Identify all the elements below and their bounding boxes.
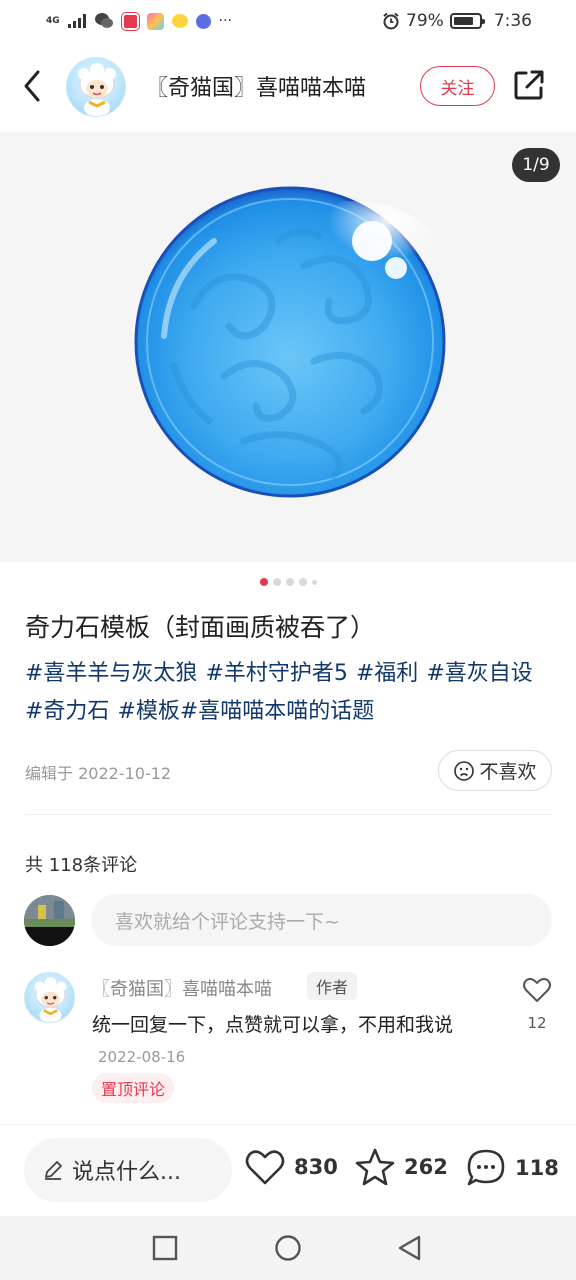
dislike-label: 不喜欢 [479,761,537,783]
author-name[interactable]: 〖奇猫国〗喜喵喵本喵 [146,70,366,102]
like-button[interactable]: 830 [244,1147,338,1187]
post-image-carousel[interactable]: 1/9 [0,132,576,562]
status-bar: 4G ··· 79% 7:36 [0,0,576,42]
comment-total: 118 [515,1156,559,1180]
heart-icon [245,1150,285,1185]
hashtag-link[interactable]: #奇力石 [25,699,109,724]
comment-item: 〖奇猫国〗喜喵喵本喵 作者 统一回复一下，点赞就可以拿，不用和我说 2022-08… [24,970,554,1110]
sheep-avatar-icon [78,63,116,116]
follow-button[interactable]: 关注 [420,66,495,106]
hashtag-link[interactable]: #模板 [117,699,179,724]
back-nav-icon[interactable] [396,1234,424,1262]
network-type: 4G [46,15,60,26]
like-count: 830 [294,1155,338,1179]
back-icon[interactable] [18,68,48,104]
comment-time: 2022-08-16 [98,1048,186,1066]
home-icon[interactable] [274,1234,302,1262]
system-navigation-bar [0,1216,576,1280]
carousel-dot [298,578,307,586]
author-avatar[interactable] [66,57,126,117]
post-tags: #喜羊羊与灰太狼 #羊村守护者5 #福利 #喜灰自设 #奇力石 #模板#喜喵喵本喵的话题 [25,655,555,731]
bottom-action-bar: 说点什么... 830 262 118 [0,1124,576,1216]
hashtag-link[interactable]: #喜灰自设 [426,661,532,686]
pinned-comment-badge: 置顶评论 [92,1073,175,1103]
post-header: 〖奇猫国〗喜喵喵本喵 关注 [0,42,576,132]
edit-date: 编辑于 2022-10-12 [25,764,172,783]
status-right: 79% 7:36 [382,11,532,31]
carousel-dot [285,578,294,586]
comment-text[interactable]: 统一回复一下，点赞就可以拿，不用和我说 2022-08-16 [92,1010,482,1073]
carousel-indicator [0,578,576,586]
clock: 7:36 [493,11,532,31]
comment-count: 共 118条评论 [25,855,138,876]
battery-percent: 79% [406,11,444,31]
dislike-button[interactable]: 不喜欢 [438,750,552,791]
battery-icon [449,13,485,29]
app-notification-icon [146,12,164,30]
divider [25,814,552,815]
comment-input[interactable]: 喜欢就给个评论支持一下~ [91,894,552,946]
share-icon[interactable] [512,68,546,102]
star-icon [355,1148,395,1186]
carousel-dot-active [259,578,268,586]
more-notifications: ··· [218,13,233,29]
commenter-avatar[interactable] [24,972,75,1023]
favorite-count: 262 [404,1155,448,1179]
sad-face-icon [454,760,475,781]
alarm-icon [383,12,399,30]
app-notification-icon [171,14,188,28]
status-left: 4G ··· [46,12,232,30]
comment-body: 统一回复一下，点赞就可以拿，不用和我说 [92,1014,454,1036]
commenter-name[interactable]: 〖奇猫国〗喜喵喵本喵 [92,975,272,1001]
music-app-icon [195,13,211,29]
hashtag-link[interactable]: #喜喵喵本喵的话题 [180,699,374,724]
signal-icon [67,14,86,28]
author-badge: 作者 [307,972,358,1000]
carousel-dot [272,578,281,586]
chat-bubble-icon [467,1149,505,1186]
wechat-icon [94,13,113,28]
favorite-button[interactable]: 262 [354,1147,448,1187]
hashtag-link[interactable]: #喜羊羊与灰太狼 [25,661,197,686]
post-title: 奇力石模板（封面画质被吞了） [25,613,376,642]
hashtag-link[interactable]: #福利 [356,661,418,686]
image-counter: 1/9 [512,148,560,182]
pencil-icon [45,1161,62,1180]
comment-button[interactable]: 118 [465,1147,559,1189]
my-avatar [24,895,75,946]
recent-apps-icon[interactable] [151,1234,179,1262]
say-something-label: 说点什么... [72,1160,181,1185]
hashtag-link[interactable]: #羊村守护者5 [205,661,347,686]
blue-orb-image [134,186,446,498]
comment-like-count: 12 [527,1014,547,1032]
say-something-button[interactable]: 说点什么... [24,1138,232,1202]
heart-icon[interactable] [521,974,553,1006]
carousel-dot [311,579,317,585]
sheep-avatar-icon [34,977,67,1022]
app-notification-icon [121,12,139,30]
